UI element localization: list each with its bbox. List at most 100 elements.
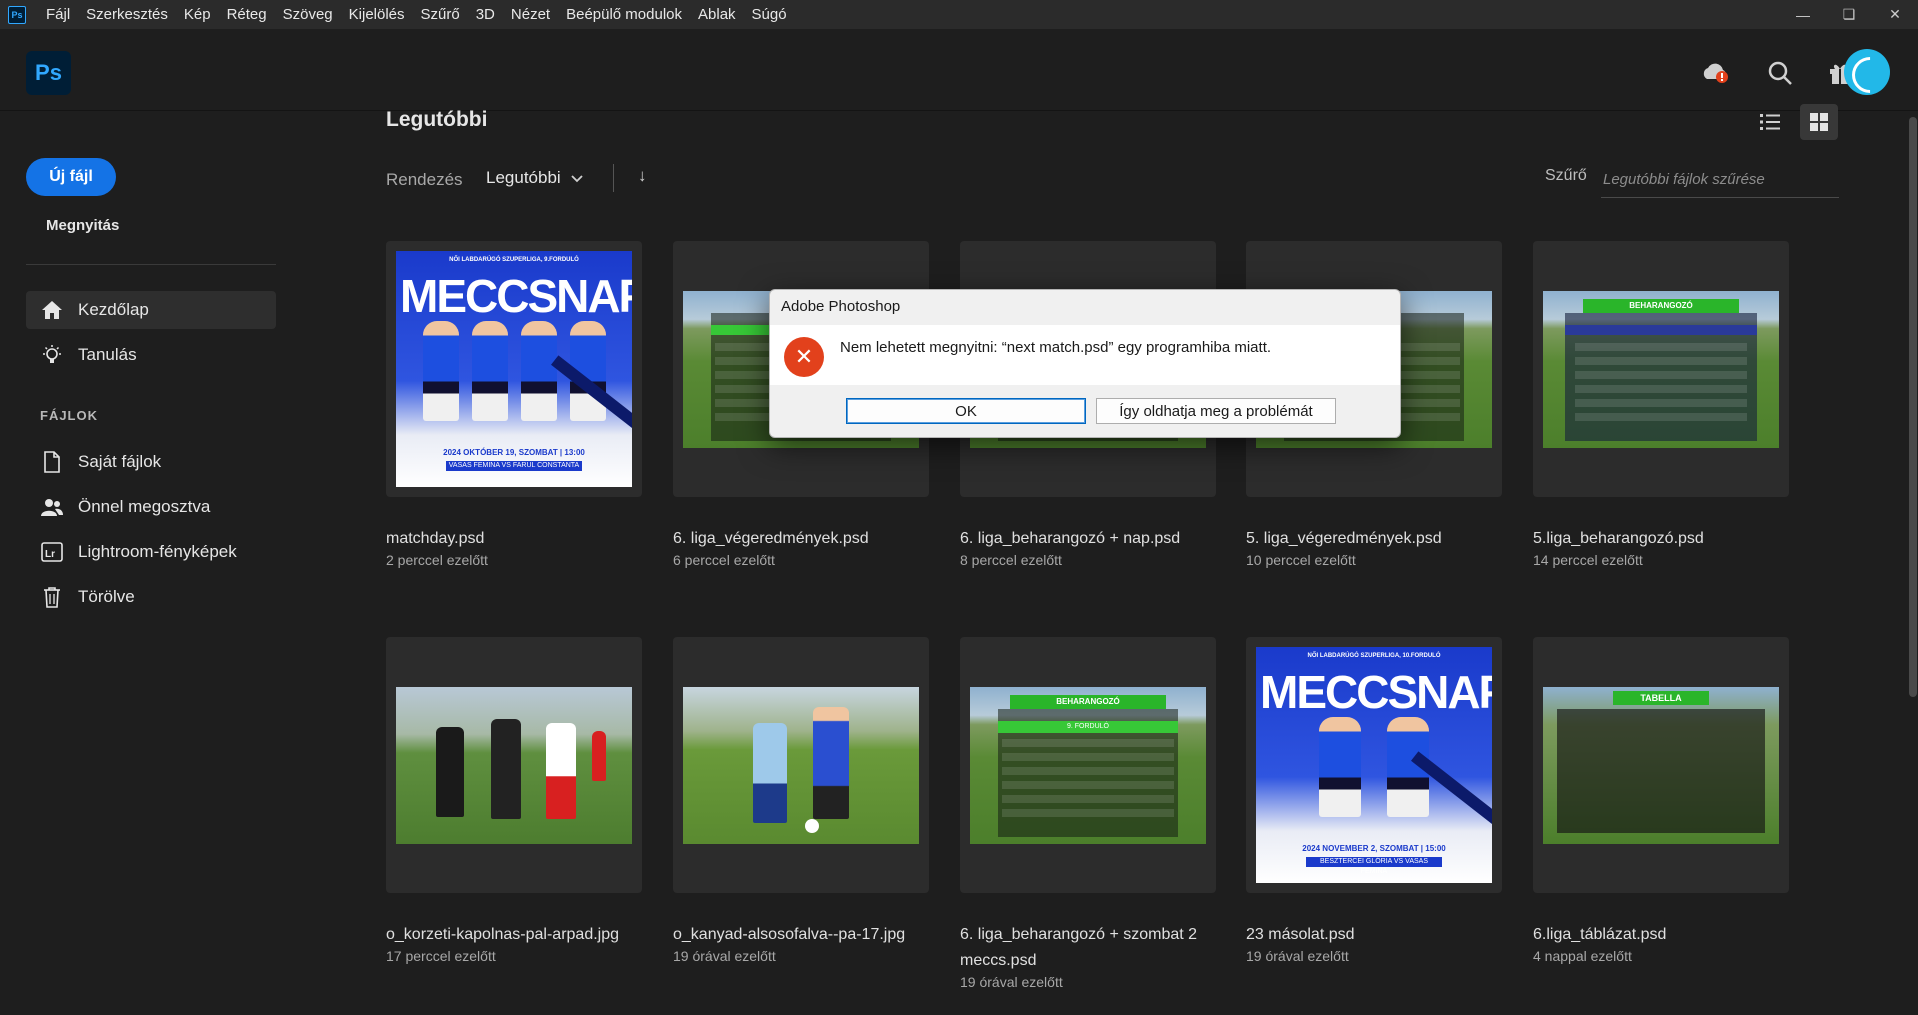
file-card[interactable]: NŐI LABDARÚGÓ SZUPERLIGA, 9.FORDULÓ MECC… [386,241,642,568]
minimize-icon[interactable]: — [1780,0,1826,29]
file-time: 19 órával ezelőtt [960,974,1063,990]
sort-dropdown[interactable]: Legutóbbi [486,168,583,188]
thumb-text: NŐI LABDARÚGÓ SZUPERLIGA, 10.FORDULÓ [1307,653,1441,659]
file-name: o_kanyad-alsosofalva--pa-17.jpg [673,926,906,943]
menu-layer[interactable]: Réteg [219,0,275,29]
thumb-text: VASAS FEMINA VS FARUL CONSTANTA [446,461,582,471]
sidebar: Új fájl Megnyitás Kezdőlap Tanulás FÁJLO… [0,111,300,1015]
sidebar-item-learn[interactable]: Tanulás [26,336,276,374]
photoshop-logo[interactable]: Ps [26,51,71,95]
sidebar-item-label: Lightroom-fényképek [78,542,237,561]
ok-button[interactable]: OK [846,398,1086,424]
menu-window[interactable]: Ablak [690,0,744,29]
photoshop-app-icon[interactable]: Ps [8,5,26,24]
scrollbar-thumb[interactable] [1909,117,1917,697]
file-name: 6. liga_beharangozó + nap.psd [960,530,1181,547]
sidebar-item-my-files[interactable]: Saját fájlok [26,443,276,481]
menu-3d[interactable]: 3D [468,0,503,29]
sidebar-item-label: Tanulás [78,345,137,364]
files-section-label: FÁJLOK [40,408,98,423]
scrollbar[interactable] [1908,111,1918,1015]
sort-value: Legutóbbi [486,168,561,187]
menu-image[interactable]: Kép [176,0,219,29]
svg-text:Lr: Lr [45,549,55,560]
menu-plugins[interactable]: Beépülő modulok [558,0,690,29]
file-thumbnail[interactable] [673,637,929,893]
file-thumbnail[interactable]: NŐI LABDARÚGÓ SZUPERLIGA, 9.FORDULÓ MECC… [386,241,642,497]
file-name: 6. liga_végeredmények.psd [673,530,869,547]
close-icon[interactable]: ✕ [1872,0,1918,29]
thumb-text: TABELLA [1613,690,1709,705]
file-time: 6 perccel ezelőtt [673,552,775,568]
file-time: 17 perccel ezelőtt [386,948,496,964]
restore-icon[interactable]: ❏ [1826,0,1872,29]
home-icon [40,298,64,322]
file-time: 8 perccel ezelőtt [960,552,1062,568]
sidebar-item-label: Saját fájlok [78,452,162,471]
sidebar-item-shared[interactable]: Önnel megosztva [26,488,276,526]
error-dialog: Adobe Photoshop ✕ Nem lehetett megnyitni… [769,289,1401,438]
file-card[interactable]: NŐI LABDARÚGÓ SZUPERLIGA, 10.FORDULÓ MEC… [1246,637,1502,964]
menu-select[interactable]: Kijelölés [341,0,413,29]
sort-direction-button[interactable]: ↓ [638,166,647,186]
file-card[interactable]: o_korzeti-kapolnas-pal-arpad.jpg 17 perc… [386,637,642,964]
file-thumbnail[interactable]: BEHARANGOZÓ 9. FORDULÓ [960,637,1216,893]
menu-type[interactable]: Szöveg [275,0,341,29]
search-icon[interactable] [1760,53,1800,93]
grid-view-icon[interactable] [1800,104,1838,140]
list-view-icon[interactable] [1751,104,1789,140]
menu-view[interactable]: Nézet [503,0,558,29]
troubleshoot-button[interactable]: Így oldhatja meg a problémát [1096,398,1336,424]
sidebar-divider [26,264,276,265]
file-name: 6.liga_táblázat.psd [1533,926,1667,943]
file-name: o_korzeti-kapolnas-pal-arpad.jpg [386,926,620,943]
thumbnail-image: NŐI LABDARÚGÓ SZUPERLIGA, 10.FORDULÓ MEC… [1256,647,1492,883]
file-thumbnail[interactable] [386,637,642,893]
menu-edit[interactable]: Szerkesztés [78,0,176,29]
thumb-text: BESZTERCEI GLÓRIA VS VASAS FEMINA [1306,857,1442,875]
file-name: 6. liga_beharangozó + szombat 2 meccs.ps… [960,926,1198,969]
thumbnail-image [683,686,919,844]
thumb-text: BEHARANGOZÓ [1583,298,1739,313]
thumbnail-image [396,686,632,844]
avatar[interactable] [1844,49,1890,95]
menu-file[interactable]: Fájl [38,0,78,29]
file-thumbnail[interactable]: NŐI LABDARÚGÓ SZUPERLIGA, 10.FORDULÓ MEC… [1246,637,1502,893]
thumbnail-image: BEHARANGOZÓ [1543,290,1779,448]
app-header: Ps [0,29,1918,111]
shared-users-icon [40,495,64,519]
page-title: Legutóbbi [386,108,488,131]
menu-help[interactable]: Súgó [744,0,795,29]
file-card[interactable]: TABELLA 6.liga_táblázat.psd 4 nappal eze… [1533,637,1789,964]
file-name: 23 másolat.psd [1246,926,1355,943]
file-time: 2 perccel ezelőtt [386,552,488,568]
error-icon: ✕ [784,337,824,377]
file-card[interactable]: BEHARANGOZÓ 9. FORDULÓ 6. liga_beharango… [960,637,1216,990]
file-thumbnail[interactable]: TABELLA [1533,637,1789,893]
sidebar-item-deleted[interactable]: Törölve [26,578,276,616]
file-time: 19 órával ezelőtt [1246,948,1349,964]
trash-icon [40,585,64,609]
sort-divider [613,164,614,192]
sidebar-item-home[interactable]: Kezdőlap [26,291,276,329]
dialog-body: ✕ Nem lehetett megnyitni: “next match.ps… [770,325,1400,385]
menu-filter[interactable]: Szűrő [413,0,468,29]
sort-label: Rendezés [386,170,463,189]
thumbnail-image: TABELLA [1543,686,1779,844]
file-card[interactable]: BEHARANGOZÓ 5.liga_beharangozó.psd 14 pe… [1533,241,1789,568]
filter-input[interactable] [1601,162,1839,198]
thumb-text: BEHARANGOZÓ [1010,694,1166,709]
file-name: 5.liga_beharangozó.psd [1533,530,1704,547]
thumbnail-image: BEHARANGOZÓ 9. FORDULÓ [970,686,1206,844]
file-card[interactable]: o_kanyad-alsosofalva--pa-17.jpg 19 óráva… [673,637,929,964]
new-file-button[interactable]: Új fájl [26,158,116,196]
lightbulb-icon [40,343,64,367]
file-thumbnail[interactable]: BEHARANGOZÓ [1533,241,1789,497]
cloud-sync-icon[interactable] [1695,53,1735,93]
sidebar-item-lightroom[interactable]: Lr Lightroom-fényképek [26,533,276,571]
thumbnail-image: NŐI LABDARÚGÓ SZUPERLIGA, 9.FORDULÓ MECC… [396,251,632,487]
file-name: matchday.psd [386,530,485,547]
sidebar-item-label: Törölve [78,587,135,606]
open-button[interactable]: Megnyitás [46,217,119,234]
sidebar-item-label: Önnel megosztva [78,497,211,516]
